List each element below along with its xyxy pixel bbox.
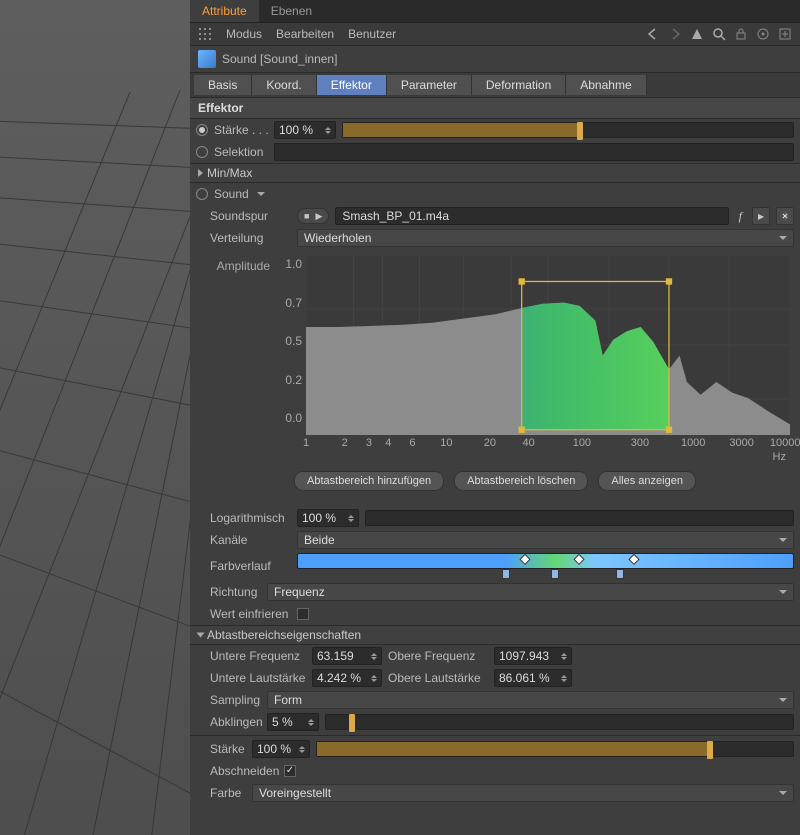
input-ol[interactable]: 86.061 % bbox=[494, 669, 572, 687]
dropdown-farbe[interactable]: Voreingestellt bbox=[252, 784, 794, 802]
attribute-toolbar: Modus Bearbeiten Benutzer bbox=[190, 23, 800, 46]
subtab-abnahme[interactable]: Abnahme bbox=[566, 75, 646, 95]
label-uf: Untere Frequenz bbox=[196, 649, 306, 663]
attribute-subtabs: Basis Koord. Effektor Parameter Deformat… bbox=[190, 73, 800, 98]
slider-log[interactable] bbox=[365, 510, 794, 526]
object-header[interactable]: Sound [Sound_innen] bbox=[190, 46, 800, 73]
anim-dot-sound[interactable] bbox=[196, 188, 208, 200]
ytick: 1.0 bbox=[274, 257, 302, 271]
dropdown-richtung[interactable]: Frequenz bbox=[267, 583, 794, 601]
subtab-parameter[interactable]: Parameter bbox=[387, 75, 472, 95]
label-farbe: Farbe bbox=[196, 786, 246, 800]
label-abklingen: Abklingen bbox=[196, 715, 261, 729]
slider-staerke[interactable] bbox=[342, 122, 794, 138]
subtab-deformation[interactable]: Deformation bbox=[472, 75, 566, 95]
target-icon[interactable] bbox=[756, 27, 770, 41]
fx-icon[interactable]: f bbox=[735, 209, 746, 224]
dropdown-verteilung[interactable]: Wiederholen bbox=[297, 229, 794, 247]
section-effektor: Effektor bbox=[190, 98, 800, 119]
input-selektion[interactable] bbox=[274, 143, 794, 161]
anim-dot-selektion[interactable] bbox=[196, 146, 208, 158]
tab-ebenen[interactable]: Ebenen bbox=[259, 0, 324, 22]
subtab-effektor[interactable]: Effektor bbox=[317, 75, 387, 95]
input-abklingen[interactable]: 5 % bbox=[267, 713, 319, 731]
label-richtung: Richtung bbox=[196, 585, 261, 599]
btn-show-all[interactable]: Alles anzeigen bbox=[598, 471, 696, 491]
label-farbverlauf: Farbverlauf bbox=[196, 559, 291, 573]
tab-attribute[interactable]: Attribute bbox=[190, 0, 259, 22]
dropdown-sampling[interactable]: Form bbox=[267, 691, 794, 709]
nav-back-icon[interactable] bbox=[646, 27, 660, 41]
label-freeze: Wert einfrieren bbox=[196, 607, 291, 621]
ytick: 0.7 bbox=[274, 296, 302, 310]
ytick: 0.2 bbox=[274, 373, 302, 387]
chevron-down-icon[interactable] bbox=[257, 192, 265, 196]
label-sampling: Sampling bbox=[196, 693, 261, 707]
attribute-panel: Attribute Ebenen Modus Bearbeiten Benutz… bbox=[190, 0, 800, 835]
label-of: Obere Frequenz bbox=[388, 649, 488, 663]
ytick: 0.0 bbox=[274, 411, 302, 425]
label-ul: Untere Lautstärke bbox=[196, 671, 306, 685]
gradient-handle[interactable] bbox=[502, 569, 510, 579]
group-abtast[interactable]: Abtastbereichseigenschaften bbox=[190, 625, 800, 645]
input-ul[interactable]: 4.242 % bbox=[312, 669, 382, 687]
label-sound-group: Sound bbox=[214, 187, 249, 201]
input-uf[interactable]: 63.159 bbox=[312, 647, 382, 665]
label-soundspur: Soundspur bbox=[196, 209, 291, 223]
input-staerke2[interactable]: 100 % bbox=[252, 740, 310, 758]
label-staerke2: Stärke bbox=[196, 742, 246, 756]
label-abschneiden: Abschneiden bbox=[196, 764, 278, 778]
viewport-3d[interactable] bbox=[0, 0, 190, 835]
new-tab-icon[interactable] bbox=[778, 27, 792, 41]
locate-icon[interactable]: ▸ bbox=[752, 207, 770, 225]
chevron-down-icon bbox=[197, 633, 205, 638]
input-soundspur[interactable]: Smash_BP_01.m4a bbox=[335, 207, 728, 225]
menu-icon[interactable] bbox=[198, 27, 212, 41]
menu-modus[interactable]: Modus bbox=[226, 27, 262, 41]
gradient-handle[interactable] bbox=[616, 569, 624, 579]
label-kanaele: Kanäle bbox=[196, 533, 291, 547]
subtab-koord[interactable]: Koord. bbox=[252, 75, 316, 95]
label-staerke: Stärke . . . bbox=[214, 123, 268, 137]
label-amplitude: Amplitude bbox=[200, 255, 270, 463]
menu-bearbeiten[interactable]: Bearbeiten bbox=[276, 27, 334, 41]
btn-del-range[interactable]: Abtastbereich löschen bbox=[454, 471, 588, 491]
object-name: Sound [Sound_innen] bbox=[222, 52, 337, 66]
search-icon[interactable] bbox=[712, 27, 726, 41]
stop-icon[interactable]: ■ bbox=[304, 211, 309, 221]
chevron-right-icon bbox=[198, 169, 203, 177]
checkbox-abschneiden[interactable] bbox=[284, 765, 296, 777]
btn-add-range[interactable]: Abtastbereich hinzufügen bbox=[294, 471, 444, 491]
nav-fwd-icon[interactable] bbox=[668, 27, 682, 41]
anim-dot-staerke[interactable] bbox=[196, 124, 208, 136]
sound-transport[interactable]: ■▶ bbox=[297, 208, 329, 224]
dropdown-kanaele[interactable]: Beide bbox=[297, 531, 794, 549]
ytick: 0.5 bbox=[274, 334, 302, 348]
play-icon[interactable]: ▶ bbox=[315, 211, 322, 222]
sound-effector-icon bbox=[198, 50, 216, 68]
amplitude-chart[interactable]: Amplitude 1.0 0.7 0.5 0.2 0.0 bbox=[190, 249, 800, 507]
label-ol: Obere Lautstärke bbox=[388, 671, 488, 685]
slider-staerke2[interactable] bbox=[316, 741, 794, 757]
subtab-basis[interactable]: Basis bbox=[194, 75, 252, 95]
label-selektion: Selektion bbox=[214, 145, 268, 159]
gradient-handle[interactable] bbox=[551, 569, 559, 579]
label-log: Logarithmisch bbox=[196, 511, 291, 525]
menu-benutzer[interactable]: Benutzer bbox=[348, 27, 396, 41]
lock-icon[interactable] bbox=[734, 27, 748, 41]
input-of[interactable]: 1097.943 bbox=[494, 647, 572, 665]
checkbox-freeze[interactable] bbox=[297, 608, 309, 620]
nav-up-icon[interactable] bbox=[690, 27, 704, 41]
group-minmax[interactable]: Min/Max bbox=[190, 163, 800, 183]
input-staerke[interactable]: 100 % bbox=[274, 121, 336, 139]
input-log[interactable]: 100 % bbox=[297, 509, 359, 527]
panel-tabs: Attribute Ebenen bbox=[190, 0, 800, 23]
slider-abklingen[interactable] bbox=[325, 714, 794, 730]
label-hz: Hz bbox=[306, 451, 790, 463]
gradient-editor[interactable] bbox=[297, 553, 794, 569]
label-verteilung: Verteilung bbox=[196, 231, 291, 245]
clear-icon[interactable] bbox=[776, 207, 794, 225]
